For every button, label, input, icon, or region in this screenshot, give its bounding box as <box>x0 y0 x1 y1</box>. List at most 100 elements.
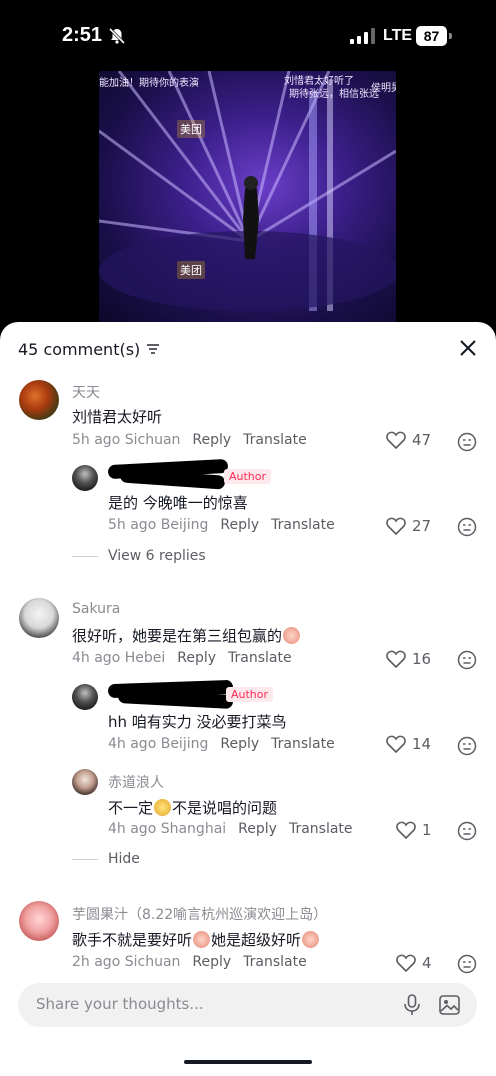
translate-button[interactable]: Translate <box>289 821 353 837</box>
battery-level: 87 <box>416 26 447 46</box>
comments-header: 45 comment(s) <box>18 338 160 360</box>
translate-button[interactable]: Translate <box>243 954 307 970</box>
filter-icon[interactable] <box>146 342 160 356</box>
translate-button[interactable]: Translate <box>271 517 335 533</box>
danmaku-text: 侯明昊 <box>371 83 396 94</box>
like-button[interactable]: 1 <box>396 821 432 839</box>
bell-muted-icon <box>108 27 126 45</box>
divider <box>72 556 98 557</box>
like-button[interactable]: 16 <box>386 650 431 668</box>
comment-username[interactable]: Sakura <box>72 601 120 617</box>
reply-text: 不一定 不是说唱的问题 <box>108 799 278 817</box>
reply-time: 4h ago <box>108 736 157 752</box>
status-bar: 2:51 LTE 87 <box>0 0 496 70</box>
comment-location: Hebei <box>124 650 166 666</box>
divider <box>72 859 98 860</box>
reply-location: Shanghai <box>160 821 227 837</box>
dislike-icon[interactable] <box>457 517 477 537</box>
close-icon[interactable] <box>458 338 478 358</box>
comment-location: Sichuan <box>124 954 181 970</box>
battery-icon: 87 <box>416 26 452 46</box>
image-icon[interactable] <box>439 995 460 1015</box>
reply-text: 是的 今晚唯一的惊喜 <box>108 494 248 512</box>
heart-icon <box>386 650 406 668</box>
dislike-icon[interactable] <box>457 821 477 841</box>
microphone-icon[interactable] <box>402 994 422 1016</box>
comment-time: 4h ago <box>72 650 121 666</box>
author-badge: Author <box>224 469 272 484</box>
like-count: 14 <box>412 735 432 753</box>
reply-meta: 4h ago Beijing Reply Translate <box>108 736 335 752</box>
hide-replies-button[interactable]: Hide <box>108 851 140 867</box>
dislike-icon[interactable] <box>457 650 477 670</box>
avatar[interactable] <box>72 684 98 710</box>
comment-meta: 4h ago Hebei Reply Translate <box>72 650 292 666</box>
view-replies-button[interactable]: View 6 replies <box>108 548 206 564</box>
stage-lights-image <box>99 71 396 311</box>
heart-icon <box>396 954 416 972</box>
comment-input[interactable]: Share your thoughts... <box>18 983 477 1027</box>
reply-location: Beijing <box>160 736 209 752</box>
translate-button[interactable]: Translate <box>271 736 335 752</box>
danmaku-text: 能加油！期待你的表演 <box>99 78 199 89</box>
signal-icon <box>350 28 375 44</box>
author-badge: Author <box>226 687 274 702</box>
reply-text: hh 咱有实力 没必要打菜鸟 <box>108 713 287 731</box>
network-type: LTE <box>383 27 413 44</box>
avatar[interactable] <box>19 598 59 638</box>
avatar[interactable] <box>19 380 59 420</box>
reply-button[interactable]: Reply <box>220 517 259 533</box>
reply-meta: 4h ago Shanghai Reply Translate <box>108 821 353 837</box>
avatar[interactable] <box>72 769 98 795</box>
reply-location: Beijing <box>160 517 209 533</box>
reply-button[interactable]: Reply <box>192 432 231 448</box>
reply-username[interactable]: 赤道浪人 <box>108 772 164 792</box>
heart-icon <box>386 517 406 535</box>
dislike-icon[interactable] <box>457 432 477 452</box>
dislike-icon[interactable] <box>457 954 477 974</box>
reply-button[interactable]: Reply <box>177 650 216 666</box>
comment-count: 45 comment(s) <box>18 339 141 359</box>
sponsor-logo: 美团 <box>177 261 205 279</box>
like-count: 27 <box>412 517 432 535</box>
comment-username[interactable]: 芋圆果汁（8.22喻言杭州巡演欢迎上岛） <box>72 904 327 924</box>
home-indicator <box>184 1060 312 1064</box>
comment-meta: 5h ago Sichuan Reply Translate <box>72 432 307 448</box>
like-count: 4 <box>422 954 432 972</box>
reply-meta: 5h ago Beijing Reply Translate <box>108 517 335 533</box>
sponsor-logo: 美团 <box>177 120 205 138</box>
emoji-icon <box>193 931 211 948</box>
like-count: 16 <box>412 650 432 668</box>
like-button[interactable]: 14 <box>386 735 431 753</box>
avatar[interactable] <box>72 465 98 491</box>
like-count: 47 <box>412 431 432 449</box>
comment-location: Sichuan <box>124 432 181 448</box>
comment-time: 5h ago <box>72 432 121 448</box>
emoji-icon <box>283 627 301 644</box>
comment-text: 刘惜君太好听 <box>72 408 163 426</box>
comment-text: 歌手不就是要好听 她是超级好听 <box>72 929 320 950</box>
comment-input-placeholder: Share your thoughts... <box>36 995 204 1013</box>
like-count: 1 <box>422 821 432 839</box>
translate-button[interactable]: Translate <box>243 432 307 448</box>
video-player[interactable]: 能加油！期待你的表演 刘惜君太好听了 期待张远，相信张远 侯明昊 美团 美团 <box>99 71 396 323</box>
comment-time: 2h ago <box>72 954 121 970</box>
danmaku-text: 期待张远，相信张远 <box>289 89 379 100</box>
heart-icon <box>396 821 416 839</box>
like-button[interactable]: 4 <box>396 954 432 972</box>
heart-icon <box>386 735 406 753</box>
comment-meta: 2h ago Sichuan Reply Translate <box>72 954 307 970</box>
comment-username[interactable]: 天天 <box>72 382 100 402</box>
avatar[interactable] <box>19 901 59 941</box>
reply-button[interactable]: Reply <box>238 821 277 837</box>
emoji-icon <box>154 799 172 816</box>
heart-icon <box>386 431 406 449</box>
reply-button[interactable]: Reply <box>220 736 259 752</box>
reply-button[interactable]: Reply <box>192 954 231 970</box>
like-button[interactable]: 47 <box>386 431 431 449</box>
translate-button[interactable]: Translate <box>228 650 292 666</box>
reply-time: 5h ago <box>108 517 157 533</box>
emoji-icon <box>302 931 320 948</box>
like-button[interactable]: 27 <box>386 517 431 535</box>
dislike-icon[interactable] <box>457 736 477 756</box>
